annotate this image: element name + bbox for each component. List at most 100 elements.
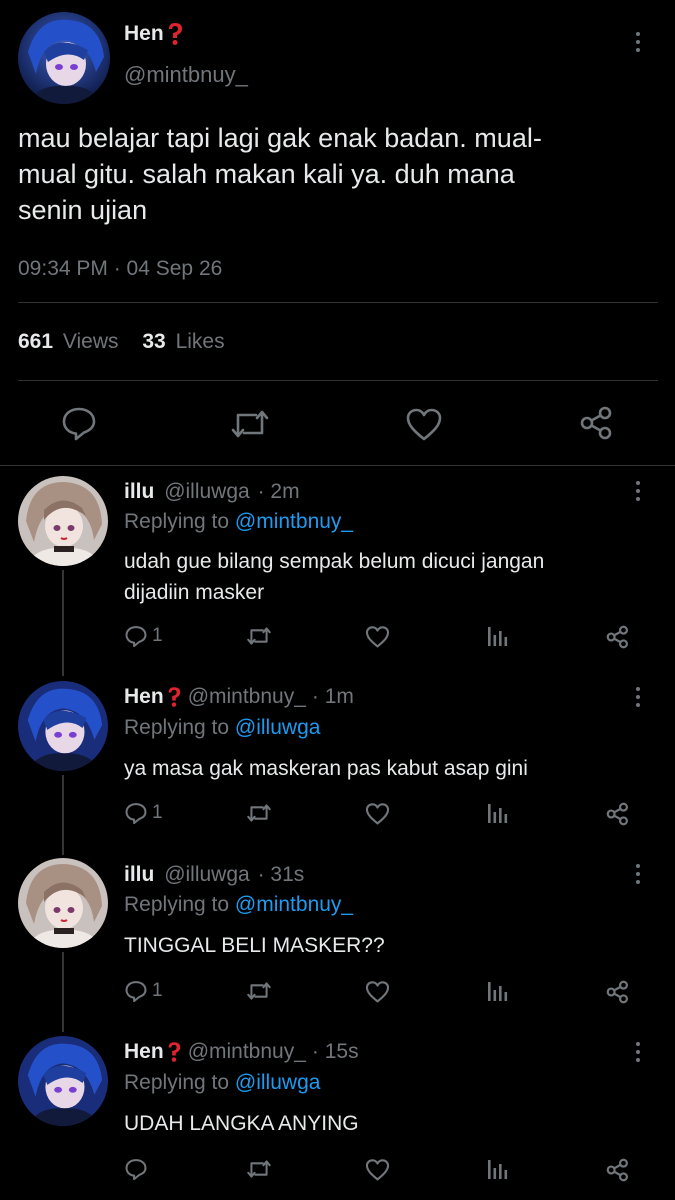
speech-bubble-icon <box>62 407 96 441</box>
reply-count: 1 <box>152 980 163 1001</box>
bar-chart-icon <box>488 982 508 1001</box>
reply-text-line: udah gue bilang sempak belum dicuci jang… <box>124 550 545 573</box>
speech-bubble-icon <box>125 803 147 825</box>
replying-to-handle[interactable]: @illuwga <box>235 716 321 739</box>
share-button[interactable] <box>605 624 631 650</box>
views-button[interactable] <box>486 624 508 648</box>
retweet-icon <box>247 627 271 645</box>
avatar-hen[interactable] <box>18 12 110 104</box>
heart-icon <box>365 626 390 648</box>
reply-button[interactable]: 1 <box>124 624 163 648</box>
handle[interactable]: @illuwga <box>164 480 250 503</box>
thread-connector-line <box>62 952 64 1032</box>
display-name[interactable]: illu <box>124 863 154 886</box>
bar-chart-icon <box>488 627 508 646</box>
reply-button[interactable]: 1 <box>124 979 163 1003</box>
display-name[interactable]: illu <box>124 480 154 503</box>
reply-button[interactable] <box>60 404 98 442</box>
tweet-text-line: mual gitu. salah makan kali ya. duh mana <box>18 159 515 189</box>
replying-to-label: Replying to <box>124 716 230 739</box>
reply-button[interactable]: 1 <box>124 801 163 825</box>
stats-row: 661 Views 33 Likes <box>18 330 225 354</box>
share-icon <box>580 406 612 440</box>
share-button[interactable] <box>605 801 631 827</box>
handle[interactable]: @mintbnuy_ <box>188 1040 306 1064</box>
tweet-text-line: mau belajar tapi lagi gak enak badan. mu… <box>18 123 542 153</box>
share-button[interactable] <box>605 1157 631 1183</box>
reply-text-line: UDAH LANGKA ANYING <box>124 1112 359 1135</box>
like-button[interactable] <box>404 405 444 443</box>
heart-icon <box>365 981 390 1003</box>
relative-time[interactable]: · 1m <box>312 685 354 709</box>
share-icon <box>606 802 628 826</box>
speech-bubble-icon <box>125 626 147 648</box>
red-question-mark-icon <box>166 22 184 46</box>
heart-icon <box>365 803 390 825</box>
views-label[interactable]: Views <box>63 330 119 353</box>
heart-icon <box>406 408 442 441</box>
retweet-icon <box>231 410 269 438</box>
retweet-icon <box>247 804 271 822</box>
like-button[interactable] <box>364 979 391 1004</box>
display-name[interactable]: Hen <box>124 685 164 709</box>
reply-button[interactable] <box>124 1157 152 1181</box>
avatar-illu[interactable] <box>18 476 108 566</box>
reply-text: UDAH LANGKA ANYING <box>124 1108 359 1139</box>
views-button[interactable] <box>486 801 508 825</box>
like-button[interactable] <box>364 801 391 826</box>
replying-to-handle[interactable]: @mintbnuy_ <box>235 893 353 916</box>
section-divider <box>0 465 675 466</box>
reply-text: TINGGAL BELI MASKER?? <box>124 930 385 961</box>
likes-count[interactable]: 33 <box>142 330 165 353</box>
handle[interactable]: @illuwga <box>164 863 250 886</box>
retweet-icon <box>247 1160 271 1178</box>
more-options-vertical-ellipsis-icon[interactable] <box>628 1040 648 1066</box>
more-options-vertical-ellipsis-icon[interactable] <box>628 30 648 56</box>
reply-text: udah gue bilang sempak belum dicuci jang… <box>124 546 544 608</box>
like-button[interactable] <box>364 1157 391 1182</box>
retweet-button[interactable] <box>245 624 273 648</box>
bar-chart-icon <box>488 1160 508 1179</box>
avatar-hen[interactable] <box>18 1036 108 1126</box>
replying-to-label: Replying to <box>124 510 230 533</box>
views-button[interactable] <box>486 979 508 1003</box>
thread-connector-line <box>62 775 64 855</box>
speech-bubble-icon <box>125 1159 147 1181</box>
red-question-mark-icon <box>166 686 182 708</box>
retweet-icon <box>247 982 271 1000</box>
share-button[interactable] <box>605 979 631 1005</box>
tweet-text-line: senin ujian <box>18 195 148 225</box>
replying-to-label: Replying to <box>124 893 230 916</box>
reply-text-line: TINGGAL BELI MASKER?? <box>124 934 385 957</box>
like-button[interactable] <box>364 624 391 649</box>
share-button[interactable] <box>578 404 616 442</box>
retweet-button[interactable] <box>229 405 271 443</box>
views-count[interactable]: 661 <box>18 330 53 353</box>
retweet-button[interactable] <box>245 801 273 825</box>
timestamp[interactable]: 09:34 PM · 04 Sep 26 <box>18 257 222 281</box>
reply-text-line: dijadiin masker <box>124 581 265 604</box>
retweet-button[interactable] <box>245 1157 273 1181</box>
likes-label[interactable]: Likes <box>176 330 225 353</box>
display-name[interactable]: Hen <box>124 22 164 46</box>
replying-to-handle[interactable]: @mintbnuy_ <box>235 510 353 533</box>
more-options-vertical-ellipsis-icon[interactable] <box>628 479 648 505</box>
speech-bubble-icon <box>125 981 147 1003</box>
relative-time[interactable]: · 15s <box>312 1040 359 1064</box>
replying-to-label: Replying to <box>124 1071 230 1094</box>
retweet-button[interactable] <box>245 979 273 1003</box>
share-icon <box>606 625 628 649</box>
more-options-vertical-ellipsis-icon[interactable] <box>628 862 648 888</box>
replying-to-handle[interactable]: @illuwga <box>235 1071 321 1094</box>
tweet-text: mau belajar tapi lagi gak enak badan. mu… <box>18 120 542 228</box>
handle[interactable]: @mintbnuy_ <box>124 62 248 88</box>
share-icon <box>606 980 628 1004</box>
avatar-illu[interactable] <box>18 858 108 948</box>
relative-time[interactable]: · 2m <box>258 480 300 503</box>
avatar-hen[interactable] <box>18 681 108 771</box>
more-options-vertical-ellipsis-icon[interactable] <box>628 685 648 711</box>
relative-time[interactable]: · 31s <box>258 863 305 886</box>
display-name[interactable]: Hen <box>124 1040 164 1064</box>
views-button[interactable] <box>486 1157 508 1181</box>
handle[interactable]: @mintbnuy_ <box>188 685 306 709</box>
